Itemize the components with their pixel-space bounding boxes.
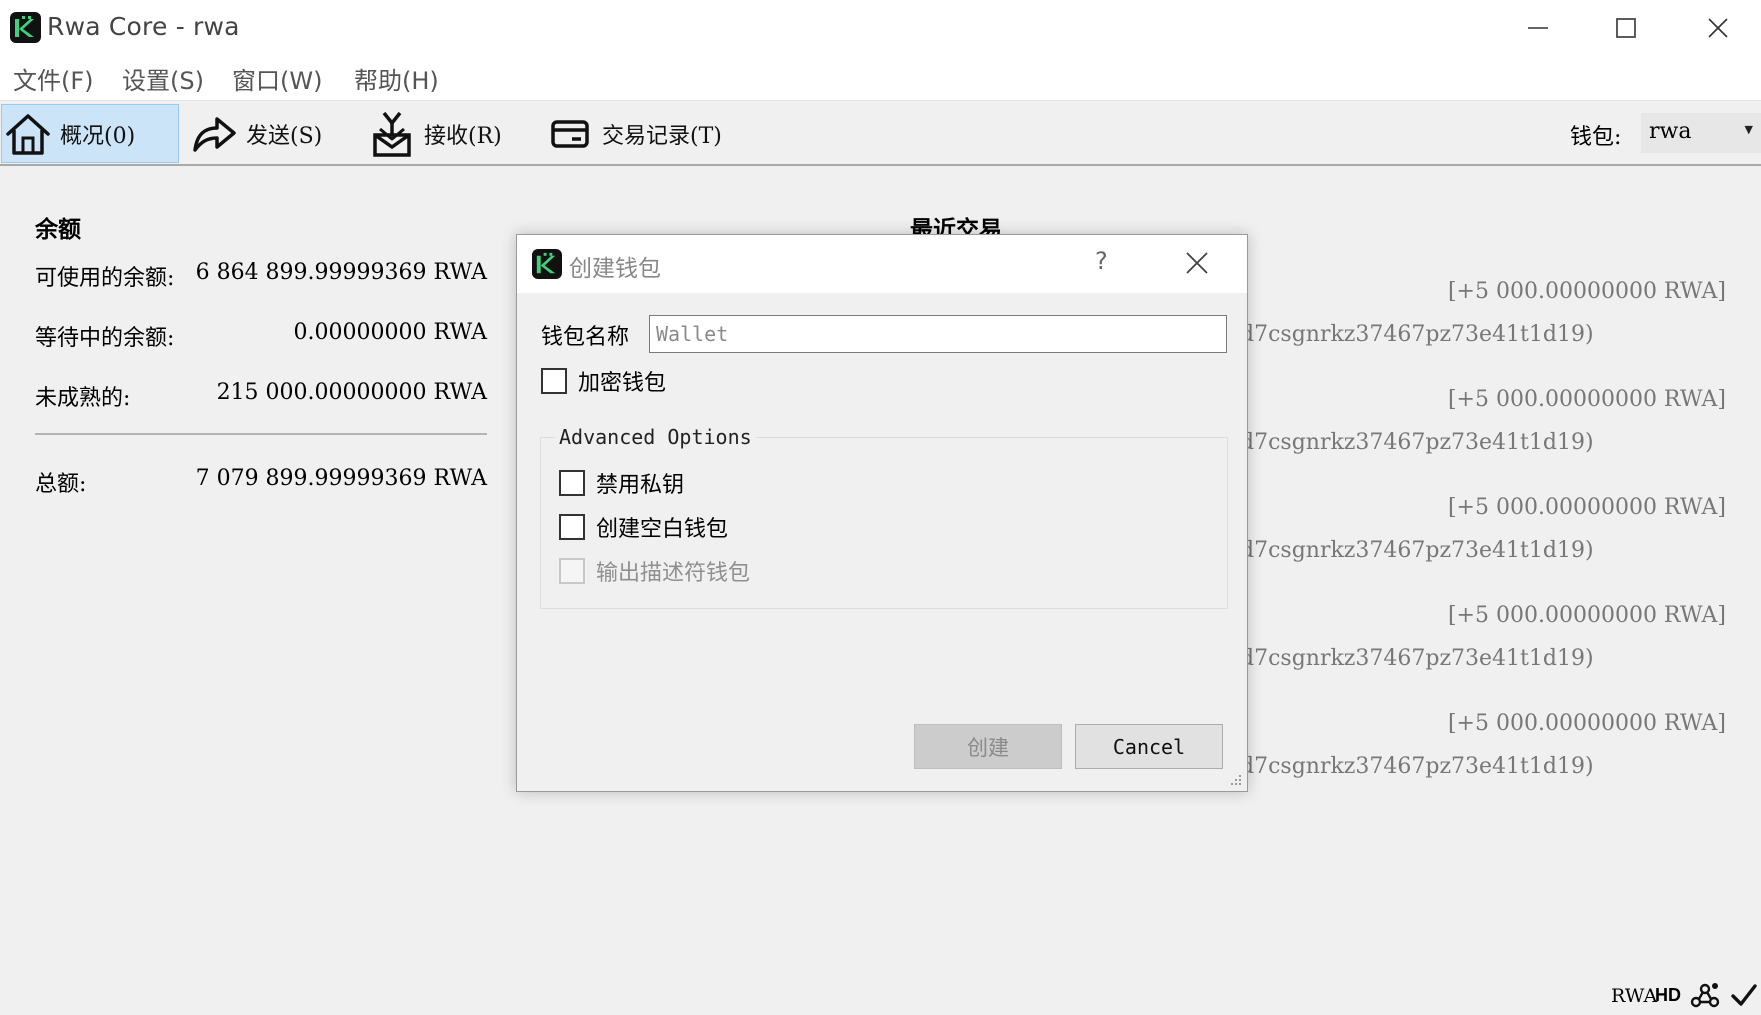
menu-window[interactable]: 窗口(W) bbox=[232, 61, 322, 96]
window-title: Rwa Core - rwa bbox=[47, 12, 240, 41]
tx-address: d7csgnrkz37467pz73e41t1d19) bbox=[1240, 322, 1594, 347]
dropdown-arrow-icon: ▼ bbox=[1744, 123, 1753, 136]
receive-icon bbox=[366, 108, 418, 160]
disable-private-keys-checkbox[interactable]: 禁用私钥 bbox=[559, 467, 684, 499]
checkbox-box[interactable] bbox=[559, 514, 585, 540]
checkbox-box[interactable] bbox=[541, 368, 567, 394]
create-button[interactable]: 创建 bbox=[914, 724, 1062, 769]
tab-send-label: 发送(S) bbox=[246, 123, 323, 149]
pending-value: 0.00000000 RWA bbox=[293, 320, 487, 345]
checkbox-box[interactable] bbox=[559, 470, 585, 496]
total-label: 总额: bbox=[35, 472, 87, 497]
resize-grip-icon[interactable] bbox=[1229, 773, 1243, 787]
balance-heading: 余额 bbox=[35, 216, 81, 243]
wallet-name-input[interactable] bbox=[649, 315, 1227, 353]
descriptor-wallet-label: 输出描述符钱包 bbox=[596, 561, 751, 586]
close-icon[interactable] bbox=[1185, 251, 1209, 275]
tx-amount: [+5 000.00000000 RWA] bbox=[1447, 279, 1726, 304]
tab-overview[interactable]: 概况(0) bbox=[1, 104, 179, 163]
tab-receive[interactable]: 接收(R) bbox=[366, 104, 502, 163]
toolbar: 概况(0) 发送(S) 接收(R) 交易记录(T) 钱包: rwa ▼ bbox=[0, 100, 1761, 166]
balance-divider bbox=[35, 433, 487, 435]
status-hd: HD bbox=[1655, 985, 1681, 1005]
close-button[interactable] bbox=[1672, 0, 1761, 55]
maximize-button[interactable] bbox=[1580, 0, 1672, 55]
menu-bar: 文件(F) 设置(S) 窗口(W) 帮助(H) bbox=[0, 55, 1761, 100]
advanced-options-title: Advanced Options bbox=[555, 425, 756, 449]
wallet-select[interactable]: rwa ▼ bbox=[1641, 113, 1761, 153]
immature-value: 215 000.00000000 RWA bbox=[216, 380, 487, 405]
status-unit[interactable]: RWA bbox=[1611, 985, 1657, 1007]
home-icon bbox=[2, 108, 54, 160]
dialog-title: 创建钱包 bbox=[569, 256, 661, 282]
tx-address: d7csgnrkz37467pz73e41t1d19) bbox=[1240, 754, 1594, 779]
minimize-button[interactable] bbox=[1492, 0, 1584, 55]
tab-transactions[interactable]: 交易记录(T) bbox=[544, 104, 722, 163]
wallet-label: 钱包: bbox=[1570, 125, 1622, 150]
tx-amount: [+5 000.00000000 RWA] bbox=[1447, 603, 1726, 628]
available-value: 6 864 899.99999369 RWA bbox=[195, 260, 487, 285]
tab-overview-label: 概况(0) bbox=[60, 123, 136, 149]
menu-file[interactable]: 文件(F) bbox=[13, 61, 94, 96]
blank-wallet-label: 创建空白钱包 bbox=[596, 517, 729, 542]
tab-send[interactable]: 发送(S) bbox=[188, 104, 322, 163]
cancel-button[interactable]: Cancel bbox=[1075, 724, 1223, 769]
tx-address: d7csgnrkz37467pz73e41t1d19) bbox=[1240, 646, 1594, 671]
app-logo-icon bbox=[10, 12, 41, 43]
total-value: 7 079 899.99999369 RWA bbox=[195, 466, 487, 491]
tab-receive-label: 接收(R) bbox=[424, 123, 502, 149]
tx-address: d7csgnrkz37467pz73e41t1d19) bbox=[1240, 538, 1594, 563]
immature-label: 未成熟的: bbox=[35, 386, 131, 411]
dialog-title-bar: 创建钱包 ? bbox=[517, 235, 1247, 293]
dialog-help-button[interactable]: ? bbox=[1095, 247, 1108, 275]
wallet-name-label: 钱包名称 bbox=[541, 325, 630, 350]
app-logo-icon bbox=[532, 249, 562, 279]
tab-transactions-label: 交易记录(T) bbox=[602, 123, 722, 149]
maximize-icon bbox=[1616, 17, 1636, 38]
menu-settings[interactable]: 设置(S) bbox=[122, 61, 204, 96]
network-icon[interactable] bbox=[1689, 981, 1721, 1009]
send-arrow-icon bbox=[188, 108, 240, 160]
menu-help[interactable]: 帮助(H) bbox=[354, 61, 439, 96]
checkbox-box bbox=[559, 558, 585, 584]
tx-amount: [+5 000.00000000 RWA] bbox=[1447, 495, 1726, 520]
encrypt-wallet-checkbox[interactable]: 加密钱包 bbox=[541, 365, 666, 397]
blank-wallet-checkbox[interactable]: 创建空白钱包 bbox=[559, 511, 728, 543]
wallet-select-value: rwa bbox=[1649, 119, 1692, 144]
card-icon bbox=[544, 108, 596, 160]
title-bar: Rwa Core - rwa bbox=[0, 0, 1761, 55]
minimize-icon bbox=[1528, 26, 1548, 29]
create-wallet-dialog: 创建钱包 ? 钱包名称 加密钱包 Advanced Options 禁用私钥 创… bbox=[516, 234, 1248, 792]
sync-check-icon bbox=[1731, 984, 1757, 1006]
descriptor-wallet-checkbox: 输出描述符钱包 bbox=[559, 555, 750, 587]
tx-amount: [+5 000.00000000 RWA] bbox=[1447, 387, 1726, 412]
tx-amount: [+5 000.00000000 RWA] bbox=[1447, 711, 1726, 736]
disable-private-keys-label: 禁用私钥 bbox=[596, 473, 685, 498]
close-icon bbox=[1708, 17, 1728, 38]
tx-address: d7csgnrkz37467pz73e41t1d19) bbox=[1240, 430, 1594, 455]
encrypt-wallet-label: 加密钱包 bbox=[578, 371, 667, 396]
